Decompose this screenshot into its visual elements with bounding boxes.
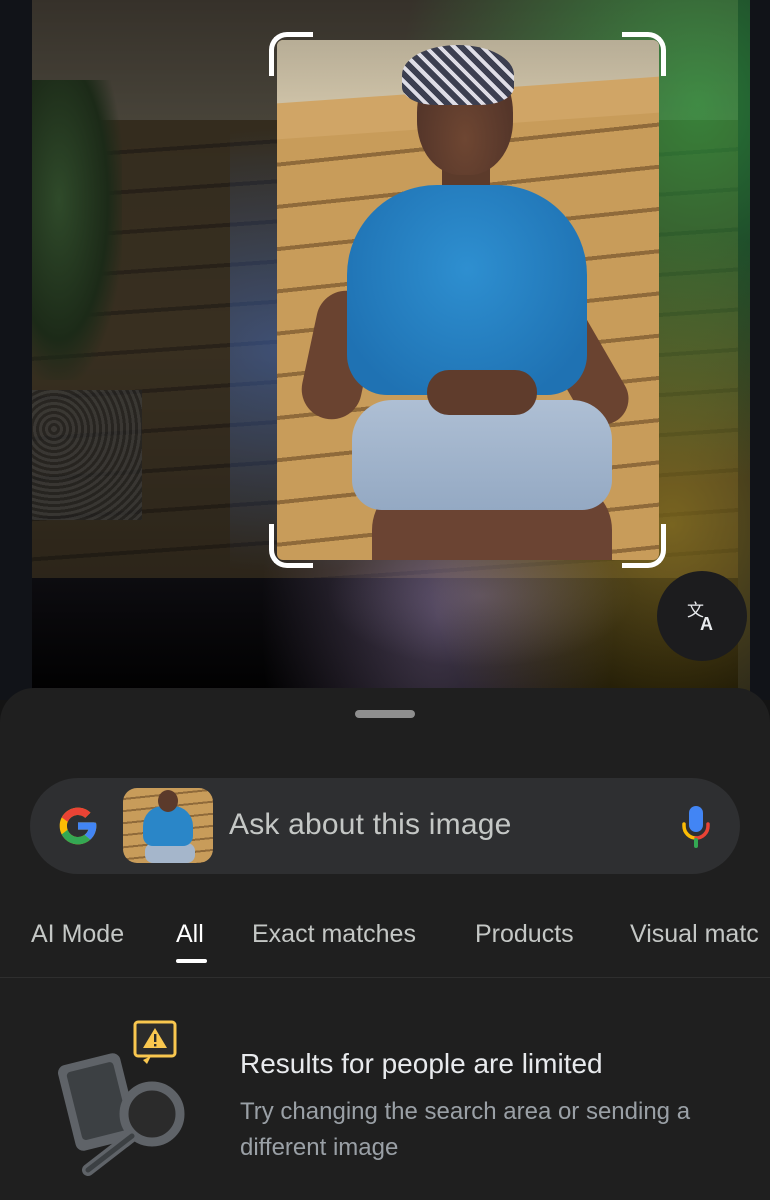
tab-all[interactable]: All <box>176 920 204 949</box>
person-hand <box>427 370 537 415</box>
notice-title: Results for people are limited <box>240 1048 603 1079</box>
image-viewer[interactable]: 文 A <box>0 0 770 700</box>
tab-ai-mode[interactable]: AI Mode <box>31 920 124 949</box>
svg-text:A: A <box>700 614 713 633</box>
tab-exact-matches[interactable]: Exact matches <box>252 920 416 949</box>
notice-body: Try changing the search area or sending … <box>240 1098 691 1161</box>
person-shirt <box>347 185 587 395</box>
thumb-head <box>158 790 178 812</box>
translate-icon: 文 A <box>687 601 713 633</box>
query-image-thumbnail[interactable] <box>123 788 213 863</box>
background-gravel <box>32 390 142 520</box>
translate-button[interactable]: 文 A <box>657 571 747 661</box>
warning-magnifier-icon <box>58 1020 185 1176</box>
google-g-icon <box>59 807 97 845</box>
selected-crop-region[interactable] <box>277 40 659 560</box>
crop-handle-bottom-right[interactable] <box>622 524 666 568</box>
tab-visual-matches[interactable]: Visual matc <box>630 920 759 949</box>
background-plant <box>32 80 122 380</box>
limited-results-notice: Results for people are limited Try chang… <box>0 1008 770 1200</box>
crop-handle-top-left[interactable] <box>269 32 313 76</box>
thumb-shirt <box>143 806 193 846</box>
crop-handle-bottom-left[interactable] <box>269 524 313 568</box>
viewer-glow-bottom <box>300 560 660 680</box>
image-search-bar[interactable]: Ask about this image <box>30 778 740 874</box>
search-input[interactable]: Ask about this image <box>229 808 511 842</box>
viewer-right-margin <box>738 0 770 700</box>
viewer-left-margin <box>0 0 32 700</box>
crop-handle-top-right[interactable] <box>622 32 666 76</box>
active-tab-indicator <box>176 959 207 963</box>
person-shorts <box>352 400 612 510</box>
thumb-shorts <box>145 843 195 863</box>
results-bottom-sheet[interactable]: Ask about this image AI Mode All Exact m… <box>0 688 770 1200</box>
sheet-drag-handle[interactable] <box>355 710 415 718</box>
person-headscarf <box>402 45 514 105</box>
results-tabs: AI Mode All Exact matches Products Visua… <box>0 906 770 978</box>
microphone-icon[interactable] <box>678 804 714 850</box>
tab-products[interactable]: Products <box>475 920 574 949</box>
